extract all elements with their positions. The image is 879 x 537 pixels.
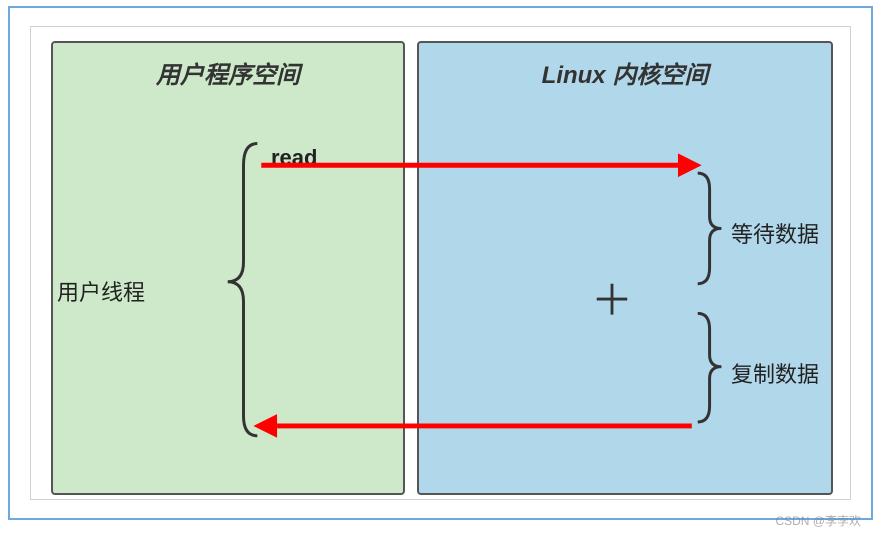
- outer-frame: 用户程序空间 Linux 内核空间 用户线程 read 等待数据 复制数据 ＋: [8, 6, 873, 520]
- kernel-space-title: Linux 内核空间: [419, 55, 831, 90]
- wait-data-label: 等待数据: [731, 217, 819, 249]
- plus-icon: ＋: [591, 267, 633, 328]
- user-space-title: 用户程序空间: [53, 55, 403, 90]
- copy-data-label: 复制数据: [731, 357, 819, 389]
- diagram-canvas: 用户程序空间 Linux 内核空间 用户线程 read 等待数据 复制数据 ＋: [30, 26, 851, 500]
- user-thread-label: 用户线程: [57, 275, 145, 307]
- read-label: read: [271, 145, 317, 171]
- user-space-box: 用户程序空间: [51, 41, 405, 495]
- watermark: CSDN @李孛欢: [775, 512, 861, 529]
